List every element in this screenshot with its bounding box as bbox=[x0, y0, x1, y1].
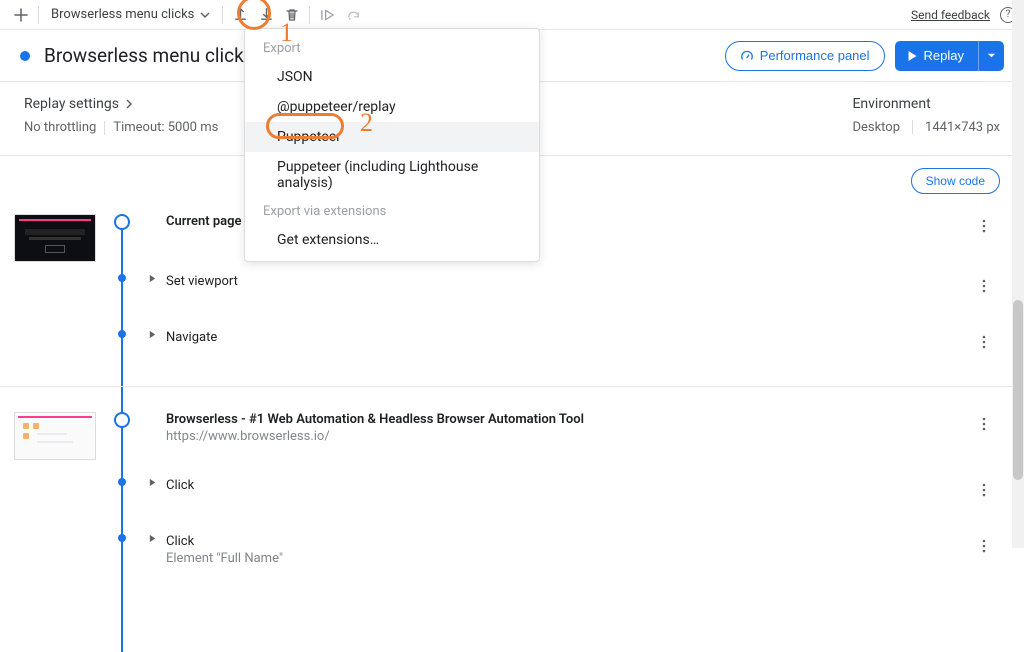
performance-panel-button[interactable]: Performance panel bbox=[725, 41, 885, 71]
env-dimensions: 1441×743 px bbox=[925, 120, 1000, 135]
step-label: Click bbox=[166, 478, 974, 493]
step-menu-button[interactable] bbox=[974, 412, 994, 436]
divider bbox=[38, 6, 39, 24]
chevron-down-icon bbox=[200, 10, 210, 20]
export-menu: Export JSON @puppeteer/replay Puppeteer … bbox=[244, 28, 540, 262]
expand-icon[interactable] bbox=[148, 478, 158, 487]
divider bbox=[309, 6, 310, 24]
menu-item-get-extensions[interactable]: Get extensions… bbox=[245, 225, 539, 255]
divider bbox=[222, 6, 223, 24]
menu-item-puppeteer[interactable]: Puppeteer bbox=[245, 122, 539, 152]
env-device: Desktop bbox=[852, 120, 900, 135]
step-over-button[interactable] bbox=[340, 2, 366, 28]
step-menu-button[interactable] bbox=[974, 478, 994, 502]
menu-item-json[interactable]: JSON bbox=[245, 62, 539, 92]
expand-icon[interactable] bbox=[148, 534, 158, 543]
recording-selector[interactable]: Browserless menu clicks bbox=[43, 2, 218, 28]
more-vert-icon bbox=[982, 219, 986, 233]
import-button[interactable] bbox=[227, 2, 253, 28]
replay-label: Replay bbox=[924, 48, 964, 63]
delete-button[interactable] bbox=[279, 2, 305, 28]
expand-icon[interactable] bbox=[148, 330, 158, 339]
menu-heading-export: Export bbox=[245, 35, 539, 62]
step-play-button[interactable] bbox=[314, 2, 340, 28]
divider bbox=[912, 120, 913, 134]
scrollbar-thumb[interactable] bbox=[1013, 300, 1023, 480]
expand-icon[interactable] bbox=[148, 274, 158, 283]
more-vert-icon bbox=[982, 539, 986, 553]
timeout-value: Timeout: 5000 ms bbox=[113, 120, 218, 135]
throttling-value: No throttling bbox=[24, 120, 96, 135]
step-title: Browserless - #1 Web Automation & Headle… bbox=[166, 412, 974, 427]
step-item[interactable]: Click Element "Full Name" bbox=[148, 534, 1000, 566]
add-recording-button[interactable] bbox=[8, 2, 34, 28]
top-toolbar: Browserless menu clicks Send feedback ? bbox=[0, 0, 1024, 30]
menu-item-puppeteer-lighthouse[interactable]: Puppeteer (including Lighthouse analysis… bbox=[245, 152, 539, 198]
export-button[interactable] bbox=[253, 2, 279, 28]
more-vert-icon bbox=[982, 279, 986, 293]
step-menu-button[interactable] bbox=[974, 214, 994, 238]
send-feedback-link[interactable]: Send feedback bbox=[911, 8, 990, 22]
menu-heading-extensions: Export via extensions bbox=[245, 198, 539, 225]
chevron-right-icon bbox=[125, 99, 133, 109]
page-thumbnail bbox=[14, 412, 96, 460]
play-icon bbox=[907, 50, 918, 62]
step-item[interactable]: Browserless - #1 Web Automation & Headle… bbox=[148, 412, 1000, 444]
replay-settings-toggle[interactable]: Replay settings bbox=[24, 96, 218, 112]
menu-item-puppeteer-replay[interactable]: @puppeteer/replay bbox=[245, 92, 539, 122]
step-item[interactable]: Click bbox=[148, 478, 1000, 502]
step-label: Set viewport bbox=[166, 274, 974, 289]
divider bbox=[104, 121, 105, 135]
step-label: Navigate bbox=[166, 330, 974, 345]
gauge-icon bbox=[740, 49, 754, 63]
recording-dot-icon bbox=[20, 51, 30, 61]
recording-name: Browserless menu clicks bbox=[51, 7, 194, 22]
replay-dropdown-button[interactable] bbox=[978, 41, 1004, 71]
timeline bbox=[112, 412, 132, 572]
step-label: Click bbox=[166, 534, 974, 549]
replay-settings-label: Replay settings bbox=[24, 96, 119, 112]
more-vert-icon bbox=[982, 483, 986, 497]
step-menu-button[interactable] bbox=[974, 534, 994, 558]
replay-button[interactable]: Replay bbox=[895, 41, 978, 71]
more-vert-icon bbox=[982, 335, 986, 349]
step-item[interactable]: Set viewport bbox=[148, 274, 1000, 298]
step-url: https://www.browserless.io/ bbox=[166, 429, 974, 444]
environment-label: Environment bbox=[852, 96, 1000, 112]
step-menu-button[interactable] bbox=[974, 274, 994, 298]
step-sublabel: Element "Full Name" bbox=[166, 551, 974, 566]
more-vert-icon bbox=[982, 417, 986, 431]
perf-panel-label: Performance panel bbox=[760, 48, 870, 63]
show-code-button[interactable]: Show code bbox=[911, 168, 1000, 194]
step-menu-button[interactable] bbox=[974, 330, 994, 354]
step-section: Browserless - #1 Web Automation & Headle… bbox=[14, 386, 1000, 572]
page-title: Browserless menu clicks bbox=[44, 44, 254, 67]
page-thumbnail bbox=[14, 214, 96, 262]
caret-down-icon bbox=[987, 51, 996, 60]
step-item[interactable]: Navigate bbox=[148, 330, 1000, 354]
timeline bbox=[112, 214, 132, 364]
